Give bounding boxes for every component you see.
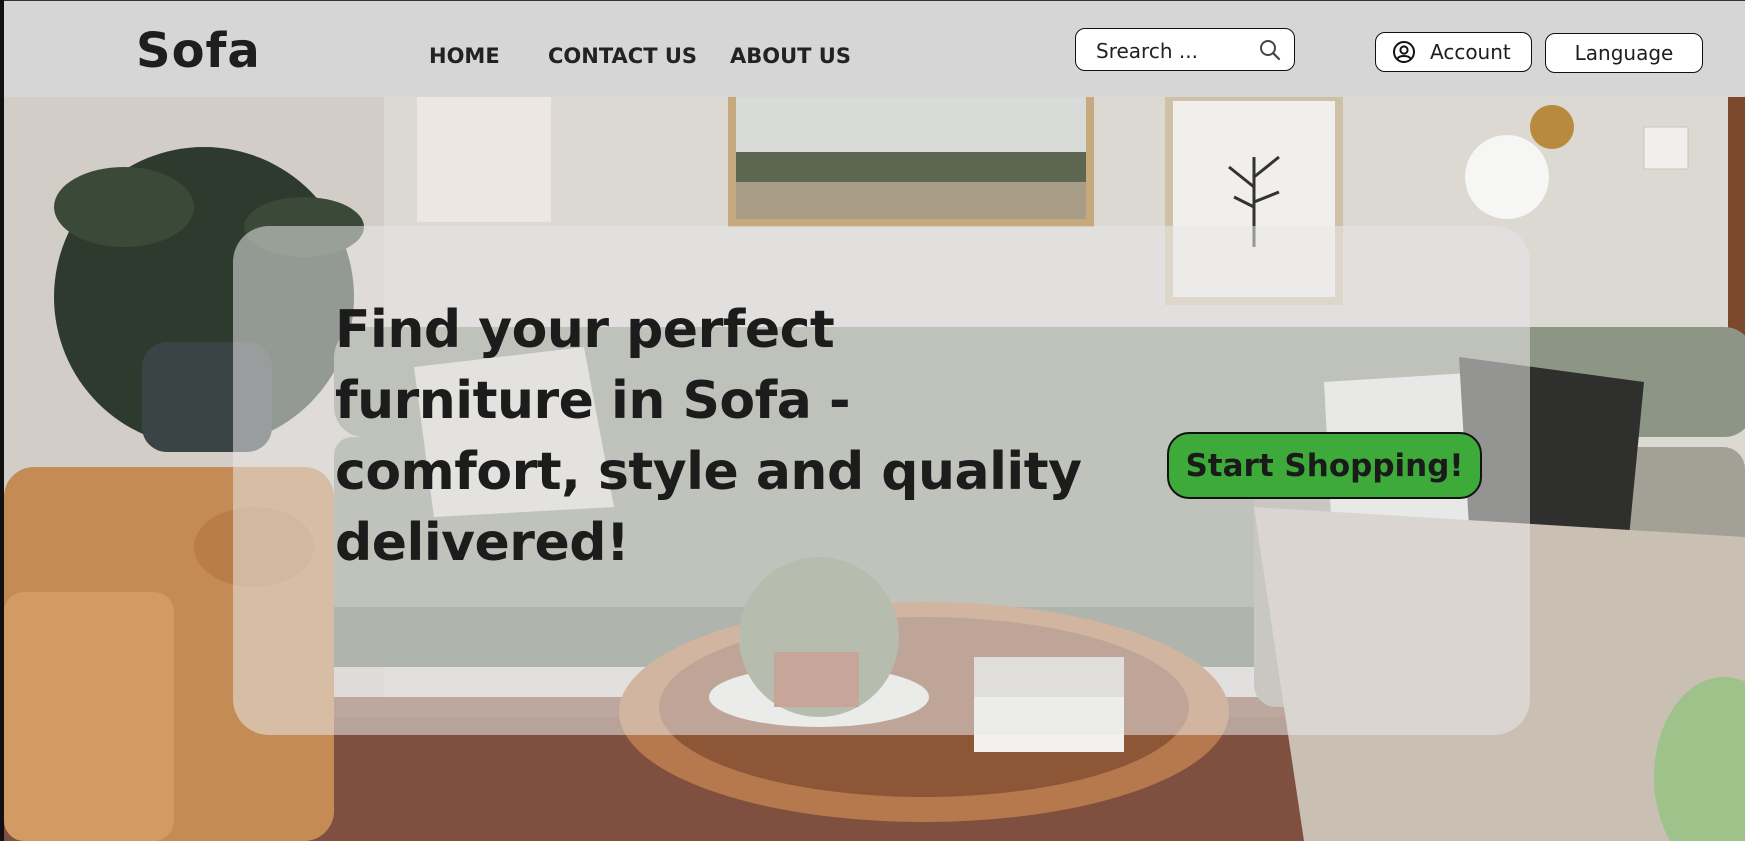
- nav-home-link[interactable]: HOME: [429, 44, 500, 68]
- start-shopping-button[interactable]: Start Shopping!: [1167, 432, 1482, 499]
- site-header: Sofa HOME CONTACT US ABOUT US Account La…: [4, 1, 1745, 97]
- nav-contact-link[interactable]: CONTACT US: [548, 44, 697, 68]
- search-icon[interactable]: [1258, 38, 1282, 62]
- account-button[interactable]: Account: [1375, 32, 1532, 72]
- search-box: [1075, 28, 1295, 71]
- nav-about-link[interactable]: ABOUT US: [730, 44, 851, 68]
- page-frame: Sofa HOME CONTACT US ABOUT US Account La…: [0, 0, 1745, 841]
- language-label: Language: [1574, 41, 1674, 65]
- left-border: [0, 0, 4, 841]
- search-input[interactable]: [1094, 37, 1258, 65]
- language-button[interactable]: Language: [1545, 33, 1703, 73]
- user-circle-icon: [1393, 41, 1415, 63]
- logo[interactable]: Sofa: [136, 23, 261, 79]
- account-label: Account: [1430, 40, 1511, 64]
- hero-headline: Find your perfect furniture in Sofa - co…: [335, 300, 1082, 573]
